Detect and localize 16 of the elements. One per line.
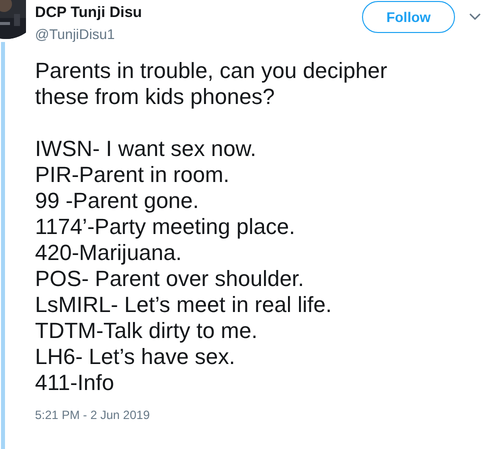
chevron-down-icon[interactable]	[469, 13, 481, 21]
tweet-line: 411-Info	[35, 370, 114, 396]
tweet-line: LH6- Let’s have sex.	[35, 344, 236, 370]
timestamp[interactable]: 5:21 PM - 2 Jun 2019	[35, 406, 150, 424]
tweet-line: IWSN- I want sex now.	[35, 136, 256, 162]
tweet-line: LsMIRL- Let’s meet in real life.	[35, 292, 332, 318]
tweet-text: Parents in trouble, can you decipher these from kids phones?	[35, 58, 388, 110]
author-name[interactable]: DCP Tunji Disu	[35, 3, 362, 23]
tweet-line: PIR-Parent in room.	[35, 162, 230, 188]
author-handle[interactable]: @TunjiDisu1	[35, 25, 362, 43]
tweet-line: 420-Marijuana.	[35, 240, 182, 266]
tweet-line: 99 -Parent gone.	[35, 188, 199, 214]
tweet-line: TDTM-Talk dirty to me.	[35, 318, 258, 344]
tweet-line: 1174’-Party meeting place.	[35, 214, 296, 240]
follow-button[interactable]: Follow	[362, 1, 455, 33]
tweet-line: POS- Parent over shoulder.	[35, 266, 304, 292]
